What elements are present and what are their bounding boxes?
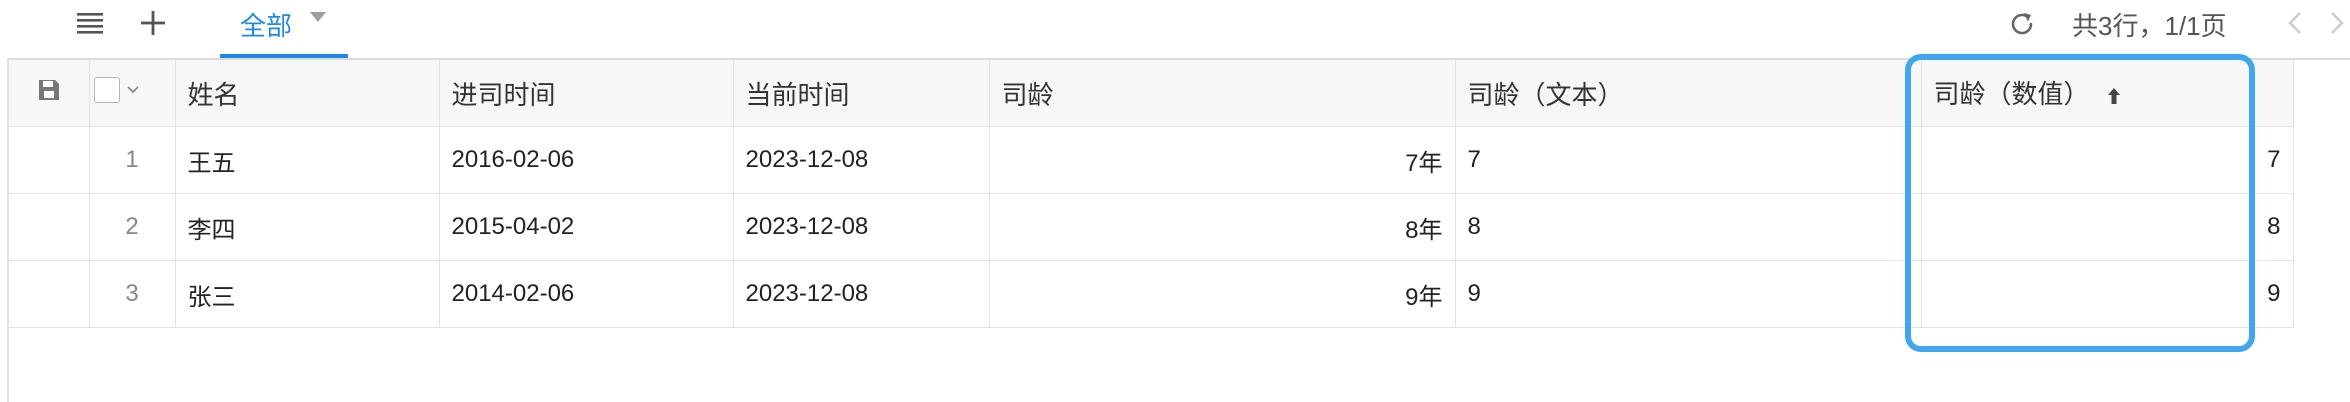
cell-tenure-number[interactable]: 9 bbox=[1921, 260, 2294, 328]
header-row: 姓名 进司时间 当前时间 司龄 司龄（文本） 司龄（数值） bbox=[9, 60, 2294, 127]
cell-join-date[interactable]: 2014-02-06 bbox=[439, 260, 734, 328]
save-icon[interactable] bbox=[9, 60, 90, 127]
column-header-tenure[interactable]: 司龄 bbox=[989, 60, 1456, 127]
caret-down-icon bbox=[309, 10, 327, 28]
table-row[interactable]: 2 李四 2015-04-02 2023-12-08 8年 8 8 bbox=[9, 193, 2294, 261]
cell-tenure-number[interactable]: 7 bbox=[1921, 126, 2294, 194]
row-index: 2 bbox=[89, 193, 176, 261]
chevron-right-icon[interactable] bbox=[2324, 6, 2350, 40]
column-header-tenure-number[interactable]: 司龄（数值） bbox=[1921, 60, 2294, 127]
cell-tenure-number[interactable]: 8 bbox=[1921, 193, 2294, 261]
cell-tenure[interactable]: 8年 bbox=[989, 193, 1456, 261]
tab-all-label: 全部 bbox=[240, 11, 293, 41]
row-action-cell bbox=[9, 126, 90, 194]
row-action-cell bbox=[9, 260, 90, 328]
table-row[interactable]: 3 张三 2014-02-06 2023-12-08 9年 9 9 bbox=[9, 260, 2294, 328]
cell-tenure-text[interactable]: 8 bbox=[1455, 193, 1922, 261]
cell-current-date[interactable]: 2023-12-08 bbox=[733, 126, 990, 194]
cell-tenure-text[interactable]: 7 bbox=[1455, 126, 1922, 194]
refresh-icon[interactable] bbox=[2004, 6, 2040, 42]
cell-name[interactable]: 王五 bbox=[175, 126, 440, 194]
cell-current-date[interactable]: 2023-12-08 bbox=[733, 193, 990, 261]
cell-tenure-text[interactable]: 9 bbox=[1455, 260, 1922, 328]
cell-join-date[interactable]: 2016-02-06 bbox=[439, 126, 734, 194]
chevron-left-icon[interactable] bbox=[2282, 6, 2308, 40]
row-index: 1 bbox=[89, 126, 176, 194]
cell-name[interactable]: 张三 bbox=[175, 260, 440, 328]
column-header-tenure-text[interactable]: 司龄（文本） bbox=[1455, 60, 1922, 127]
row-index: 3 bbox=[89, 260, 176, 328]
tab-all[interactable]: 全部 bbox=[220, 0, 348, 58]
column-header-join-date[interactable]: 进司时间 bbox=[439, 60, 734, 127]
pager-text: 共3行，1/1页 bbox=[2072, 11, 2227, 41]
column-header-current-date[interactable]: 当前时间 bbox=[733, 60, 990, 127]
row-action-cell bbox=[9, 193, 90, 261]
data-table: 姓名 进司时间 当前时间 司龄 司龄（文本） 司龄（数值） 1 王五 2016-… bbox=[7, 58, 2350, 402]
plus-icon[interactable] bbox=[136, 6, 170, 40]
cell-tenure[interactable]: 7年 bbox=[989, 126, 1456, 194]
select-all-checkbox[interactable] bbox=[89, 60, 176, 127]
table-row[interactable]: 1 王五 2016-02-06 2023-12-08 7年 7 7 bbox=[9, 126, 2294, 194]
cell-current-date[interactable]: 2023-12-08 bbox=[733, 260, 990, 328]
sort-asc-icon[interactable] bbox=[2107, 81, 2121, 112]
menu-lines-icon[interactable] bbox=[70, 6, 110, 40]
cell-join-date[interactable]: 2015-04-02 bbox=[439, 193, 734, 261]
column-header-name[interactable]: 姓名 bbox=[175, 60, 440, 127]
cell-tenure[interactable]: 9年 bbox=[989, 260, 1456, 328]
column-header-tenure-number-label: 司龄（数值） bbox=[1933, 79, 2090, 110]
checkbox-icon[interactable] bbox=[93, 76, 120, 103]
chevron-down-icon[interactable] bbox=[126, 85, 140, 95]
cell-name[interactable]: 李四 bbox=[175, 193, 440, 261]
toolbar: 全部 共3行，1/1页 bbox=[0, 0, 2350, 58]
